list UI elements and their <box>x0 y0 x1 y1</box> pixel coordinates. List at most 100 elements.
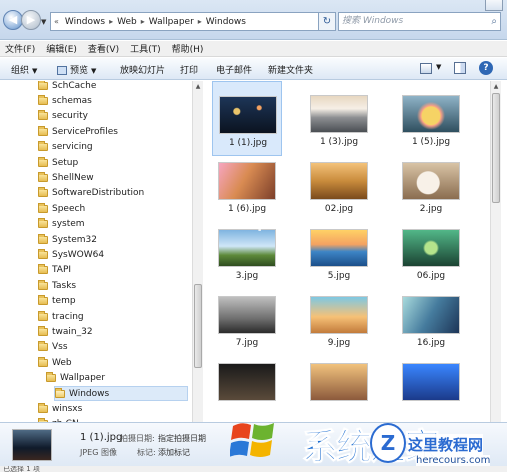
folder-icon <box>38 171 48 182</box>
file-name: 1 (5).jpg <box>411 137 451 147</box>
tree-item[interactable]: Vss <box>38 340 68 355</box>
navigation-scroll-thumb[interactable] <box>194 284 202 368</box>
details-date-value[interactable]: 指定拍摄日期 <box>158 433 206 444</box>
preview-pane-icon[interactable] <box>454 62 466 74</box>
tree-item[interactable]: security <box>38 109 88 124</box>
tree-item-label: Windows <box>69 388 110 399</box>
tree-item[interactable]: SysWOW64 <box>38 247 104 262</box>
tree-item[interactable]: SchCache <box>38 81 96 93</box>
search-placeholder: 搜索 Windows <box>342 16 404 26</box>
refresh-button[interactable]: ↻ <box>318 12 336 31</box>
scroll-up-icon[interactable]: ▲ <box>492 83 500 91</box>
tree-item[interactable]: tracing <box>38 309 84 324</box>
back-button[interactable]: ◀ <box>3 10 23 30</box>
menu-view[interactable]: 查看(V) <box>88 42 119 55</box>
breadcrumb-overflow-icon[interactable]: « <box>54 17 61 26</box>
email-button[interactable]: 电子邮件 <box>216 63 252 76</box>
print-button[interactable]: 打印 <box>180 63 198 76</box>
tree-item[interactable]: Wallpaper <box>46 371 105 386</box>
breadcrumb-segment[interactable]: Windows <box>202 17 250 27</box>
search-input[interactable]: 搜索 Windows ⌕ <box>338 12 501 31</box>
tree-item[interactable]: System32 <box>38 232 97 247</box>
history-dropdown-icon[interactable]: ▼ <box>41 18 49 26</box>
image-preview <box>310 162 368 200</box>
menu-help[interactable]: 帮助(H) <box>172 42 204 55</box>
file-name: 1 (3).jpg <box>319 137 359 147</box>
folder-icon <box>38 356 48 367</box>
address-bar-region: ◀ ▶ ▼ « Windows ▸ Web ▸ Wallpaper ▸ Wind… <box>0 0 507 40</box>
file-name: 16.jpg <box>416 338 446 348</box>
file-name: 06.jpg <box>416 271 446 281</box>
tree-item[interactable]: schemas <box>38 93 92 108</box>
file-thumbnail[interactable]: 1 (3).jpg <box>304 81 374 156</box>
tree-item[interactable]: twain_32 <box>38 324 93 339</box>
preview-label: 预览 <box>70 66 89 76</box>
window-close-button[interactable] <box>485 0 503 11</box>
folder-icon <box>38 156 48 167</box>
help-icon[interactable]: ? <box>479 61 493 75</box>
slideshow-button[interactable]: 放映幻灯片 <box>120 63 165 76</box>
folder-icon <box>38 279 48 290</box>
scroll-up-icon[interactable]: ▲ <box>194 83 202 91</box>
menu-tools[interactable]: 工具(T) <box>130 42 161 55</box>
windows-flag-icon <box>230 423 274 457</box>
file-thumbnail[interactable]: 02.jpg <box>304 148 374 223</box>
image-preview <box>218 229 276 267</box>
tree-item-label: System32 <box>52 234 98 245</box>
image-preview <box>402 229 460 267</box>
back-arrow-icon: ◀ <box>8 13 18 26</box>
breadcrumb[interactable]: « Windows ▸ Web ▸ Wallpaper ▸ Windows <box>50 12 333 31</box>
details-file-type: JPEG 图像 <box>80 448 117 457</box>
forward-button[interactable]: ▶ <box>21 10 41 30</box>
tree-item-label: ServiceProfiles <box>52 126 118 137</box>
image-preview <box>402 162 460 200</box>
file-thumbnail[interactable]: 1 (1).jpg <box>212 81 282 156</box>
file-thumbnail[interactable]: 9.jpg <box>304 282 374 357</box>
preview-button[interactable]: 预览 ▼ <box>57 63 96 76</box>
image-preview <box>219 96 277 134</box>
tree-item[interactable]: Windows <box>54 386 188 401</box>
file-list-scroll-thumb[interactable] <box>492 93 500 203</box>
menu-file[interactable]: 文件(F) <box>5 42 35 55</box>
menu-edit[interactable]: 编辑(E) <box>46 42 77 55</box>
organize-button[interactable]: 组织 ▼ <box>11 63 37 76</box>
site-name: 这里教程网 <box>408 434 484 455</box>
tree-item[interactable]: ServiceProfiles <box>38 124 118 139</box>
change-view-icon[interactable] <box>420 63 432 74</box>
image-preview <box>402 363 460 401</box>
breadcrumb-segment[interactable]: Wallpaper <box>145 17 198 27</box>
file-list-scrollbar[interactable]: ▲ <box>490 81 501 422</box>
details-tag-value[interactable]: 添加标记 <box>158 447 190 458</box>
tree-item[interactable]: system <box>38 217 85 232</box>
file-thumbnail[interactable]: 2.jpg <box>396 148 466 223</box>
file-thumbnail[interactable]: 1 (5).jpg <box>396 81 466 156</box>
navigation-scrollbar[interactable]: ▲ <box>192 81 203 422</box>
file-name: 7.jpg <box>235 338 259 348</box>
view-options-chevron-icon[interactable]: ▼ <box>436 63 441 71</box>
tree-item[interactable]: winsxs <box>38 401 82 416</box>
tree-item-label: Wallpaper <box>60 373 106 384</box>
folder-icon <box>38 187 48 198</box>
details-date-label: 拍摄日期: <box>120 434 155 443</box>
tree-item[interactable]: SoftwareDistribution <box>38 186 144 201</box>
breadcrumb-segment[interactable]: Windows <box>61 17 109 27</box>
tree-item[interactable]: Speech <box>38 201 85 216</box>
tree-item[interactable]: temp <box>38 294 76 309</box>
tree-item[interactable]: servicing <box>38 140 93 155</box>
breadcrumb-segment[interactable]: Web <box>113 17 141 27</box>
tree-item[interactable]: Web <box>38 355 72 370</box>
file-name: 02.jpg <box>324 204 354 214</box>
image-preview <box>218 296 276 334</box>
tree-item[interactable]: Setup <box>38 155 78 170</box>
file-thumbnail[interactable]: 1 (6).jpg <box>212 148 282 223</box>
tree-item[interactable]: ShellNew <box>38 170 94 185</box>
new-folder-button[interactable]: 新建文件夹 <box>268 63 313 76</box>
folder-icon <box>38 202 48 213</box>
folder-icon <box>46 372 56 383</box>
tree-item[interactable]: Tasks <box>38 278 76 293</box>
file-thumbnail[interactable]: 7.jpg <box>212 282 282 357</box>
image-preview <box>310 95 368 133</box>
file-thumbnail[interactable]: 06.jpg <box>396 215 466 290</box>
tree-item[interactable]: TAPI <box>38 263 71 278</box>
file-thumbnail[interactable]: 16.jpg <box>396 282 466 357</box>
